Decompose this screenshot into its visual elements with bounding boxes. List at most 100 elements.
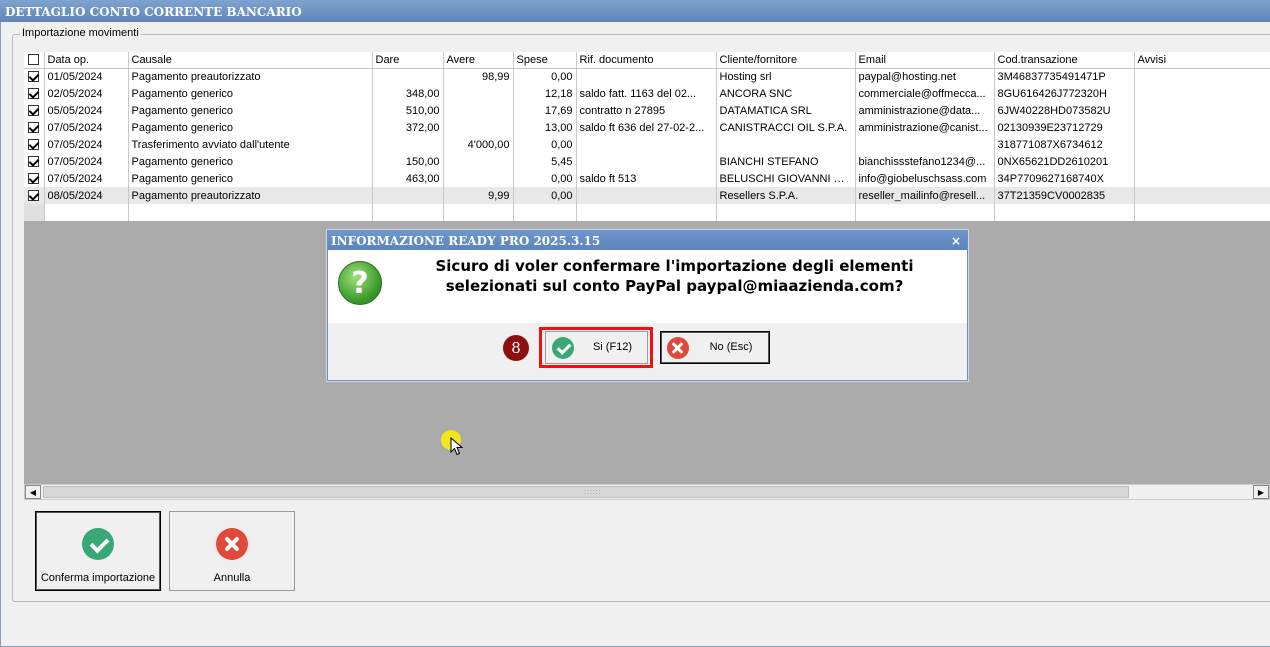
scrollbar-thumb[interactable]: ::::::: [43, 486, 1129, 498]
cell-spese: 0,00: [513, 170, 577, 187]
cell-cliente: [716, 136, 856, 153]
cell-date: 07/05/2024: [44, 119, 129, 136]
window-title: DETTAGLIO CONTO CORRENTE BANCARIO: [0, 0, 1270, 22]
close-circle-icon: [216, 528, 248, 560]
column-header[interactable]: Cod.transazione: [994, 52, 1135, 69]
empty-cell: [1134, 204, 1270, 221]
empty-cell: [716, 204, 856, 221]
cell-causale: Pagamento preautorizzato: [128, 187, 373, 204]
cell-rif-documento: saldo ft 513: [576, 170, 717, 187]
table-row[interactable]: 07/05/2024 Pagamento generico 150,00 5,45 BI…: [24, 153, 1270, 170]
column-header[interactable]: Rif. documento: [576, 52, 717, 69]
question-icon: ?: [338, 261, 382, 305]
cell-avere: 98,99: [443, 68, 514, 85]
new-row[interactable]: [24, 204, 1270, 221]
cell-cliente: BIANCHI STEFANO: [716, 153, 856, 170]
confirm-import-button[interactable]: Conferma importazione: [35, 511, 161, 591]
cell-rif-documento: [576, 68, 717, 85]
dialog-title-bar: INFORMAZIONE READY PRO 2025.3.15 ×: [328, 231, 967, 250]
checkmark-icon: [82, 528, 114, 560]
cell-avvisi: [1134, 136, 1270, 153]
cell-email: [855, 136, 995, 153]
cell-dare: 150,00: [372, 153, 444, 170]
cell-rif-documento: contratto n 27895: [576, 102, 717, 119]
row-checkbox[interactable]: [24, 136, 45, 153]
empty-cell: [128, 204, 373, 221]
cell-cod-transazione: 37T21359CV0002835: [994, 187, 1135, 204]
cell-cliente: BELUSCHI GIOVANNI SAS: [716, 170, 856, 187]
table-row[interactable]: 02/05/2024 Pagamento generico 348,00 12,18 s…: [24, 85, 1270, 102]
cell-causale: Pagamento generico: [128, 119, 373, 136]
cell-date: 01/05/2024: [44, 68, 129, 85]
table-row[interactable]: 08/05/2024 Pagamento preautorizzato 9,99 0,…: [24, 187, 1270, 204]
cell-causale: Pagamento generico: [128, 102, 373, 119]
cell-dare: [372, 68, 444, 85]
column-header[interactable]: Causale: [128, 52, 373, 69]
cell-spese: 5,45: [513, 153, 577, 170]
table-row[interactable]: 07/05/2024 Trasferimento avviato dall'ute…: [24, 136, 1270, 153]
column-header[interactable]: Data op.: [44, 52, 129, 69]
cell-causale: Trasferimento avviato dall'utente: [128, 136, 373, 153]
row-checkbox[interactable]: [24, 68, 45, 85]
cell-date: 07/05/2024: [44, 153, 129, 170]
table-row[interactable]: 01/05/2024 Pagamento preautorizzato 98,99 0…: [24, 68, 1270, 85]
table-row[interactable]: 07/05/2024 Pagamento generico 463,00 0,00 sa…: [24, 170, 1270, 187]
table-header-row: Data op. Causale Dare Avere Spese Rif. docume…: [24, 52, 1270, 69]
cell-spese: 0,00: [513, 136, 577, 153]
cancel-button[interactable]: Annulla: [169, 511, 295, 591]
row-checkbox[interactable]: [24, 170, 45, 187]
row-checkbox[interactable]: [24, 85, 45, 102]
cell-cliente: Resellers S.P.A.: [716, 187, 856, 204]
cell-dare: 372,00: [372, 119, 444, 136]
column-header[interactable]: Dare: [372, 52, 444, 69]
cell-email: bianchissstefano1234@...: [855, 153, 995, 170]
table-row[interactable]: 07/05/2024 Pagamento generico 372,00 13,00 s…: [24, 119, 1270, 136]
column-header[interactable]: Spese: [513, 52, 577, 69]
table-row[interactable]: 05/05/2024 Pagamento generico 510,00 17,69 c…: [24, 102, 1270, 119]
confirmation-dialog: INFORMAZIONE READY PRO 2025.3.15 × ? Sic…: [327, 230, 968, 381]
column-header[interactable]: Cliente/fornitore: [716, 52, 856, 69]
cell-rif-documento: saldo ft 636 del 27-02-2...: [576, 119, 717, 136]
cell-avvisi: [1134, 119, 1270, 136]
empty-cell: [372, 204, 444, 221]
cell-rif-documento: [576, 187, 717, 204]
cell-dare: [372, 136, 444, 153]
cell-spese: 17,69: [513, 102, 577, 119]
cancel-label: Annulla: [213, 572, 251, 584]
cell-date: 08/05/2024: [44, 187, 129, 204]
column-header[interactable]: Avere: [443, 52, 514, 69]
cell-causale: Pagamento generico: [128, 170, 373, 187]
empty-cell: [513, 204, 577, 221]
row-checkbox[interactable]: [24, 187, 45, 204]
cell-email: amministrazione@canist...: [855, 119, 995, 136]
column-header[interactable]: Avvisi: [1134, 52, 1270, 69]
mouse-pointer-icon: [450, 437, 464, 456]
cell-email: paypal@hosting.net: [855, 68, 995, 85]
scroll-right-icon[interactable]: ▶: [1253, 485, 1269, 499]
row-checkbox[interactable]: [24, 153, 45, 170]
column-header[interactable]: Email: [855, 52, 995, 69]
scrollbar-grip: ::::::: [584, 489, 602, 496]
cell-avere: [443, 119, 514, 136]
no-button[interactable]: No (Esc): [660, 331, 770, 364]
empty-cell: [855, 204, 995, 221]
cell-avvisi: [1134, 85, 1270, 102]
cell-cod-transazione: 318771087X6734612: [994, 136, 1135, 153]
cell-avvisi: [1134, 170, 1270, 187]
cell-cod-transazione: 6JW40228HD073582U: [994, 102, 1135, 119]
empty-cell: [576, 204, 717, 221]
step-badge: 8: [503, 335, 529, 361]
row-checkbox[interactable]: [24, 102, 45, 119]
confirm-import-label: Conferma importazione: [40, 572, 156, 584]
cell-email: amministrazione@data...: [855, 102, 995, 119]
row-checkbox[interactable]: [24, 119, 45, 136]
yes-button[interactable]: Si (F12): [545, 331, 648, 364]
cell-dare: 510,00: [372, 102, 444, 119]
cell-avere: 4'000,00: [443, 136, 514, 153]
close-icon[interactable]: ×: [951, 231, 961, 251]
cell-dare: [372, 187, 444, 204]
horizontal-scrollbar[interactable]: ◀ :::::: ▶: [24, 484, 1270, 500]
select-all-checkbox[interactable]: [24, 52, 45, 69]
scroll-left-icon[interactable]: ◀: [25, 485, 41, 499]
cell-cod-transazione: 3M46837735491471P: [994, 68, 1135, 85]
